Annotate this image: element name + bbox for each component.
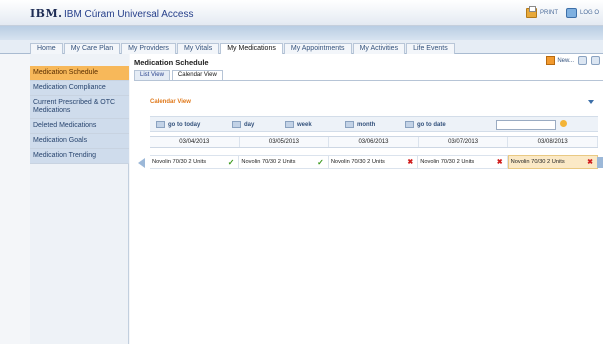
banner-stripe [0, 26, 603, 40]
tab-my-vitals[interactable]: My Vitals [176, 43, 220, 54]
go-to-date-icon [405, 121, 414, 128]
calendar-header-row: 03/04/2013 03/05/2013 03/06/2013 03/07/2… [150, 136, 598, 148]
week-view-button[interactable]: week [285, 121, 312, 128]
logout-icon [565, 8, 577, 18]
sidebar-item-deleted-medications[interactable]: Deleted Medications [30, 119, 129, 134]
week-icon [285, 121, 294, 128]
check-icon: ✓ [317, 157, 324, 167]
medication-entry-text: Novolin 70/30 2 Units [152, 159, 207, 165]
banner-actions: PRINT LOG O [525, 6, 603, 18]
go-to-today-label: go to today [168, 121, 201, 128]
medication-entry[interactable]: Novolin 70/30 2 Units ✖ [418, 155, 508, 169]
top-banner: IBM. IBM Cúram Universal Access PRINT LO… [0, 0, 603, 26]
page-title: Medication Schedule [134, 58, 209, 67]
date-input[interactable] [496, 120, 556, 130]
sidebar-item-medication-schedule[interactable]: Medication Schedule [30, 66, 129, 81]
date-header: 03/07/2013 [419, 137, 509, 147]
date-header: 03/04/2013 [150, 137, 240, 147]
new-label: New... [557, 57, 574, 64]
date-picker-icon[interactable] [560, 120, 568, 129]
medication-entry[interactable]: Novolin 70/30 2 Units ✖ [328, 155, 419, 169]
new-button[interactable]: New... [546, 56, 574, 65]
divider [134, 80, 603, 81]
sidebar-item-medication-goals[interactable]: Medication Goals [30, 134, 129, 149]
sidebar-nav: Medication Schedule Medication Complianc… [30, 54, 129, 344]
app-window: IBM. IBM Cúram Universal Access PRINT LO… [0, 0, 603, 344]
tab-my-activities[interactable]: My Activities [352, 43, 406, 54]
check-icon: ✓ [227, 157, 235, 167]
calendar-toolbar: go to today day week month go to date [150, 116, 598, 132]
month-label: month [357, 121, 376, 128]
main-content: Medication Schedule New... List View Cal… [130, 54, 603, 344]
next-arrow-icon[interactable] [597, 157, 603, 168]
main-tabs-bar: Home My Care Plan My Providers My Vitals… [0, 40, 603, 55]
sidebar-item-current-prescribed[interactable]: Current Prescribed & OTC Medications [30, 96, 129, 119]
ibm-logo: IBM. [30, 7, 63, 20]
medication-entry-text: Novolin 70/30 2 Units [241, 159, 296, 165]
tab-list-view[interactable]: List View [134, 70, 170, 80]
cross-icon: ✖ [407, 159, 414, 166]
tab-my-appointments[interactable]: My Appointments [283, 43, 352, 54]
calendar-icon [156, 121, 165, 128]
medication-entry-text: Novolin 70/30 2 Units [420, 159, 475, 165]
medication-entry-text: Novolin 70/30 2 Units [510, 159, 565, 165]
print-label: PRINT [539, 10, 558, 16]
week-label: week [297, 121, 312, 128]
go-to-date-label: go to date [417, 121, 446, 128]
tab-my-providers[interactable]: My Providers [121, 43, 176, 54]
tab-calendar-view[interactable]: Calendar View [171, 70, 223, 80]
sidebar-item-medication-compliance[interactable]: Medication Compliance [30, 81, 129, 96]
collapse-chevron-icon[interactable] [588, 100, 594, 104]
go-to-today-button[interactable]: go to today [156, 121, 200, 128]
app-title: IBM Cúram Universal Access [64, 9, 194, 20]
date-header: 03/05/2013 [240, 137, 330, 147]
cross-icon: ✖ [496, 159, 503, 166]
sidebar-spacer [30, 54, 129, 66]
view-tabs: List View Calendar View [134, 70, 225, 80]
tab-home[interactable]: Home [30, 43, 63, 54]
day-icon [232, 121, 241, 128]
tab-my-care-plan[interactable]: My Care Plan [63, 43, 121, 54]
logout-label: LOG O [579, 10, 599, 16]
date-header: 03/08/2013 [508, 137, 598, 147]
medication-entry[interactable]: Novolin 70/30 2 Units ✓ [150, 155, 240, 169]
day-label: day [244, 121, 255, 128]
page-actions: New... [546, 56, 600, 65]
month-icon [345, 121, 354, 128]
refresh-icon[interactable] [578, 56, 587, 65]
print-page-icon[interactable] [591, 56, 600, 65]
date-header: 03/06/2013 [329, 137, 419, 147]
tab-life-events[interactable]: Life Events [406, 43, 455, 54]
medication-entry-text: Novolin 70/30 2 Units [330, 159, 385, 165]
print-button[interactable]: PRINT [525, 6, 558, 18]
sidebar-item-medication-trending[interactable]: Medication Trending [30, 149, 129, 164]
calendar-entries-row: Novolin 70/30 2 Units ✓ Novolin 70/30 2 … [150, 155, 599, 169]
cross-icon: ✖ [587, 159, 594, 166]
medication-entry[interactable]: Novolin 70/30 2 Units ✓ [239, 155, 329, 169]
medication-entry-today[interactable]: Novolin 70/30 2 Units ✖ [507, 155, 599, 169]
previous-arrow-icon[interactable] [138, 158, 145, 168]
day-view-button[interactable]: day [232, 121, 254, 128]
month-view-button[interactable]: month [345, 121, 375, 128]
printer-icon [525, 6, 537, 18]
logout-button[interactable]: LOG O [565, 8, 599, 18]
new-icon [546, 56, 556, 65]
calendar-view-title: Calendar View [150, 99, 191, 105]
go-to-date-button[interactable]: go to date [405, 121, 446, 128]
